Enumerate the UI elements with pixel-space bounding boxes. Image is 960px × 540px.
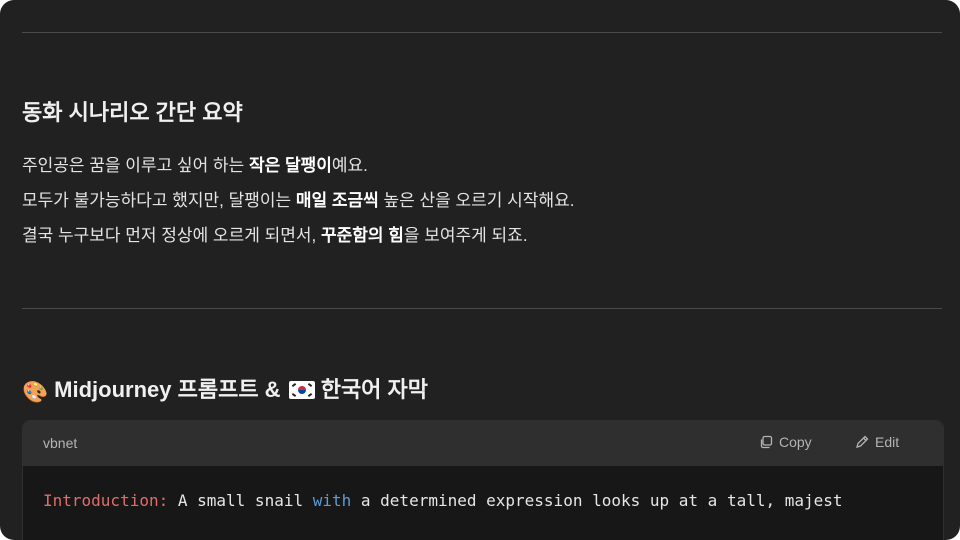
summary-line-1: 주인공은 꿈을 이루고 싶어 하는 작은 달팽이예요. <box>22 156 368 175</box>
divider-top <box>22 32 942 33</box>
pencil-icon <box>856 435 869 448</box>
divider-middle <box>22 308 942 309</box>
prompt-heading: 🎨 Midjourney 프롬프트 & 한국어 자막 <box>22 375 428 408</box>
code-block: vbnet Copy Edit Introduction: A small sn… <box>22 420 944 540</box>
south-korea-flag-icon <box>288 381 315 399</box>
summary-paragraph: 주인공은 꿈을 이루고 싶어 하는 작은 달팽이예요. 모두가 불가능하다고 했… <box>22 148 574 253</box>
bold-text: 꾸준함의 힘 <box>320 226 404 245</box>
code-language-label: vbnet <box>43 435 78 451</box>
palette-icon: 🎨 <box>22 381 49 404</box>
copy-icon <box>760 435 773 449</box>
summary-line-3: 결국 누구보다 먼저 정상에 오르게 되면서, 꾸준함의 힘을 보여주게 되죠. <box>22 226 528 245</box>
bold-text: 매일 조금씩 <box>295 191 379 210</box>
summary-heading: 동화 시나리오 간단 요약 <box>22 100 243 125</box>
code-content: Introduction: A small snail with a deter… <box>43 491 843 510</box>
chat-window: 동화 시나리오 간단 요약 주인공은 꿈을 이루고 싶어 하는 작은 달팽이예요… <box>0 0 960 540</box>
summary-line-2: 모두가 불가능하다고 했지만, 달팽이는 매일 조금씩 높은 산을 오르기 시작… <box>22 191 575 210</box>
edit-button[interactable]: Edit <box>855 434 899 450</box>
bold-text: 작은 달팽이 <box>248 156 332 175</box>
code-token-keyword: with <box>312 491 352 510</box>
code-token-label: Introduction: <box>43 491 169 510</box>
copy-button[interactable]: Copy <box>759 434 812 450</box>
code-block-header: vbnet Copy Edit <box>23 421 943 466</box>
